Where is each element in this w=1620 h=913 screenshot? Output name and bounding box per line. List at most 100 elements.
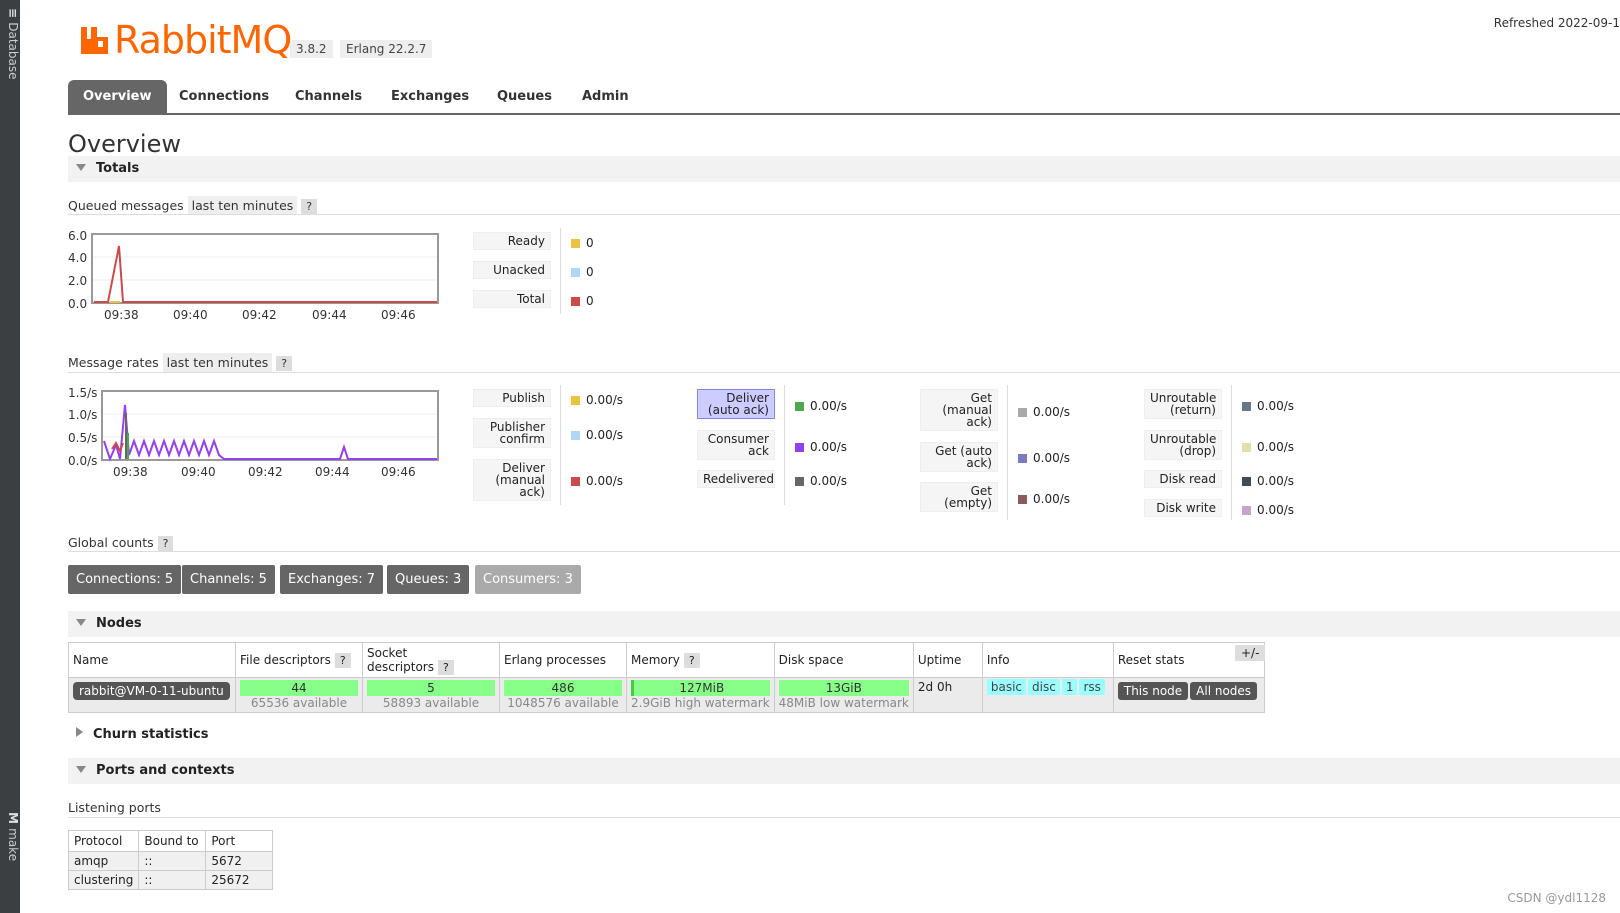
x-tick: 09:44 [315, 465, 350, 479]
consumer-ack-swatch [795, 442, 804, 452]
col-memory[interactable]: Memory? [626, 642, 775, 678]
legend-ready[interactable]: Ready [473, 232, 551, 250]
tab-connections[interactable]: Connections [179, 80, 269, 113]
sidebar-make-tab[interactable]: M make [0, 812, 20, 861]
rates-help-button[interactable]: ? [276, 356, 293, 371]
legend-ready-value: 0 [571, 236, 594, 250]
legend-disk-write[interactable]: Disk write [1144, 499, 1222, 517]
ready-swatch [571, 238, 580, 248]
refreshed-text[interactable]: Refreshed 2022-09-1 [1494, 16, 1620, 30]
column-toggle-button[interactable]: +/- [1235, 645, 1266, 661]
page-title: Overview [68, 130, 181, 158]
database-icon: ≡ [6, 8, 20, 23]
table-header-row: Name File descriptors? Socket descriptor… [68, 642, 1265, 678]
legend-disk-read[interactable]: Disk read [1144, 470, 1222, 488]
reset-this-node-button[interactable]: This node [1117, 682, 1189, 700]
ports-section-toggle[interactable]: Ports and contexts [68, 758, 1620, 784]
main-content: RabbitMQ 3.8.2 Erlang 22.2.7 Refreshed 2… [67, 0, 1620, 913]
version-badge: 3.8.2 [290, 40, 333, 58]
connections-count-button[interactable]: Connections: 5 [68, 565, 182, 594]
divider [560, 228, 561, 314]
ep-available: 1048576 available [507, 696, 619, 710]
deliver-manual-swatch [571, 476, 580, 486]
legend-deliver-manual[interactable]: Deliver (manual ack) [473, 459, 551, 501]
logo-text: RabbitMQ [114, 18, 292, 62]
logo[interactable]: RabbitMQ [80, 18, 292, 62]
help-button[interactable]: ? [683, 653, 700, 668]
col-disk-space[interactable]: Disk space [773, 642, 914, 678]
bound-cell: :: [138, 851, 207, 871]
divider [784, 385, 785, 505]
collapse-triangle-icon [76, 164, 86, 171]
divider [1007, 385, 1008, 520]
reset-all-nodes-button[interactable]: All nodes [1190, 682, 1258, 700]
y-tick: 1.0/s [68, 408, 97, 422]
col-erlang-processes[interactable]: Erlang processes [499, 642, 627, 678]
col-socket-descriptors[interactable]: Socket descriptors? [362, 642, 500, 678]
queued-range-selector[interactable]: last ten minutes [187, 196, 298, 215]
churn-section-toggle[interactable]: Churn statistics [68, 722, 1620, 748]
expand-triangle-icon [76, 727, 83, 737]
disk-bar: 13GiB [778, 680, 909, 696]
message-rates-chart: 1.5/s 1.0/s 0.5/s 0.0/s 09:38 09:40 09:4… [68, 386, 439, 479]
col-file-descriptors[interactable]: File descriptors? [235, 642, 363, 678]
totals-section-toggle[interactable]: Totals [68, 156, 1620, 182]
legend-unroutable-drop-value: 0.00/s [1242, 440, 1294, 454]
legend-get-empty[interactable]: Get (empty) [920, 482, 998, 512]
tab-exchanges[interactable]: Exchanges [391, 80, 469, 113]
divider [68, 372, 1620, 373]
x-tick: 09:42 [248, 465, 283, 479]
legend-get-manual[interactable]: Get (manual ack) [920, 389, 998, 431]
tab-channels[interactable]: Channels [295, 80, 362, 113]
x-tick: 09:46 [381, 308, 416, 322]
global-help-button[interactable]: ? [157, 536, 174, 551]
exchanges-count-button[interactable]: Exchanges: 7 [280, 565, 384, 594]
nodes-table: Name File descriptors? Socket descriptor… [68, 642, 1265, 713]
disk-watermark: 48MiB low watermark [778, 696, 909, 710]
info-tag-count: 1 [1061, 679, 1078, 695]
legend-total[interactable]: Total [473, 290, 551, 308]
legend-disk-read-value: 0.00/s [1242, 474, 1294, 488]
queued-help-button[interactable]: ? [301, 199, 318, 214]
ep-bar: 486 [504, 680, 622, 696]
queues-count-button[interactable]: Queues: 3 [387, 565, 470, 594]
x-tick: 09:42 [242, 308, 277, 322]
x-tick: 09:40 [173, 308, 208, 322]
listening-ports-label: Listening ports [68, 800, 161, 815]
divider [68, 817, 1620, 818]
legend-deliver-auto[interactable]: Deliver (auto ack) [697, 389, 775, 419]
col-name[interactable]: Name [68, 642, 236, 678]
channels-count-button[interactable]: Channels: 5 [182, 565, 275, 594]
legend-get-auto[interactable]: Get (auto ack) [920, 442, 998, 472]
sidebar-database-tab[interactable]: ≡ Database [0, 8, 20, 80]
rates-range-selector[interactable]: last ten minutes [162, 353, 273, 372]
help-button[interactable]: ? [334, 653, 351, 668]
col-info[interactable]: Info [981, 642, 1114, 678]
fd-available: 65536 available [250, 696, 348, 710]
y-tick: 0.0 [68, 297, 87, 311]
get-auto-swatch [1018, 453, 1027, 463]
x-tick: 09:46 [381, 465, 416, 479]
queued-messages-label: Queued messages last ten minutes? [68, 196, 318, 215]
consumers-count-button[interactable]: Consumers: 3 [475, 565, 581, 594]
legend-unroutable-drop[interactable]: Unroutable (drop) [1144, 430, 1222, 460]
legend-unroutable-return[interactable]: Unroutable (return) [1144, 389, 1222, 419]
col-protocol: Protocol [67, 830, 140, 852]
tab-queues[interactable]: Queues [497, 80, 552, 113]
legend-publish[interactable]: Publish [473, 389, 551, 407]
legend-publisher-confirm-value: 0.00/s [571, 428, 623, 442]
node-name-link[interactable]: rabbit@VM-0-11-ubuntu [73, 682, 230, 700]
legend-deliver-manual-value: 0.00/s [571, 474, 623, 488]
help-button[interactable]: ? [437, 660, 454, 675]
nodes-section-toggle[interactable]: Nodes [68, 611, 1620, 637]
legend-publisher-confirm[interactable]: Publisher confirm [473, 418, 551, 448]
x-tick: 09:44 [312, 308, 347, 322]
legend-redelivered[interactable]: Redelivered [697, 470, 775, 488]
tab-admin[interactable]: Admin [582, 80, 629, 113]
divider [68, 214, 1620, 215]
legend-consumer-ack[interactable]: Consumer ack [697, 430, 775, 460]
fd-bar: 44 [240, 680, 358, 696]
tab-overview[interactable]: Overview [68, 80, 167, 113]
col-uptime[interactable]: Uptime [912, 642, 983, 678]
legend-unacked[interactable]: Unacked [473, 261, 551, 279]
